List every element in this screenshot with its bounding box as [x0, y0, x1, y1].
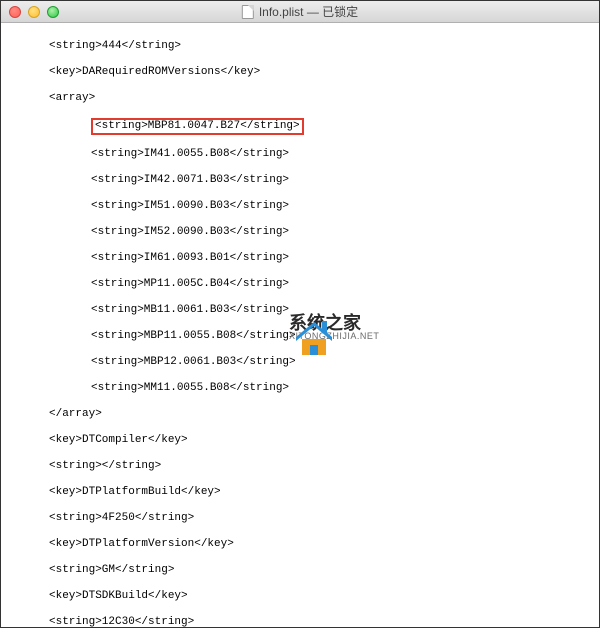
code-line: <string>MBP12.0061.B03</string> [1, 356, 599, 369]
zoom-icon[interactable] [47, 6, 59, 18]
code-line: <string>MP11.005C.B04</string> [1, 278, 599, 291]
highlight-box: <string>MBP81.0047.B27</string> [91, 118, 304, 135]
code-line: <key>DTPlatformVersion</key> [1, 538, 599, 551]
watermark-cn: 系统之家 [289, 314, 379, 332]
code-line: <string>MBP11.0055.B08</string> [1, 330, 599, 343]
code-line: <key>DTCompiler</key> [1, 434, 599, 447]
code-line: <string>IM51.0090.B03</string> [1, 200, 599, 213]
code-line: <string>IM41.0055.B08</string> [1, 148, 599, 161]
window-title: Info.plist — 已锁定 [242, 3, 358, 20]
code-line: </array> [1, 408, 599, 421]
document-icon [242, 5, 254, 19]
code-line: <string>444</string> [1, 40, 599, 53]
code-line: <key>DTPlatformBuild</key> [1, 486, 599, 499]
traffic-lights [9, 6, 59, 18]
code-line: <string>IM42.0071.B03</string> [1, 174, 599, 187]
code-line: <array> [1, 92, 599, 105]
code-line: <string>12C30</string> [1, 616, 599, 627]
close-icon[interactable] [9, 6, 21, 18]
code-line: <key>DARequiredROMVersions</key> [1, 66, 599, 79]
code-line: <string>4F250</string> [1, 512, 599, 525]
code-line: <string>IM52.0090.B03</string> [1, 226, 599, 239]
code-line: <key>DTSDKBuild</key> [1, 590, 599, 603]
code-line: <string>MB11.0061.B03</string> [1, 304, 599, 317]
editor-window: Info.plist — 已锁定 <string>444</string> <k… [1, 1, 599, 627]
code-line: <string>MM11.0055.B08</string> [1, 382, 599, 395]
titlebar: Info.plist — 已锁定 [1, 1, 599, 23]
code-line: <string>MBP81.0047.B27</string> [1, 118, 599, 135]
minimize-icon[interactable] [28, 6, 40, 18]
window-title-text: Info.plist — 已锁定 [259, 3, 358, 20]
editor-content[interactable]: <string>444</string> <key>DARequiredROMV… [1, 23, 599, 627]
code-line: <string>IM61.0093.B01</string> [1, 252, 599, 265]
code-line: <string>GM</string> [1, 564, 599, 577]
code-line: <string></string> [1, 460, 599, 473]
